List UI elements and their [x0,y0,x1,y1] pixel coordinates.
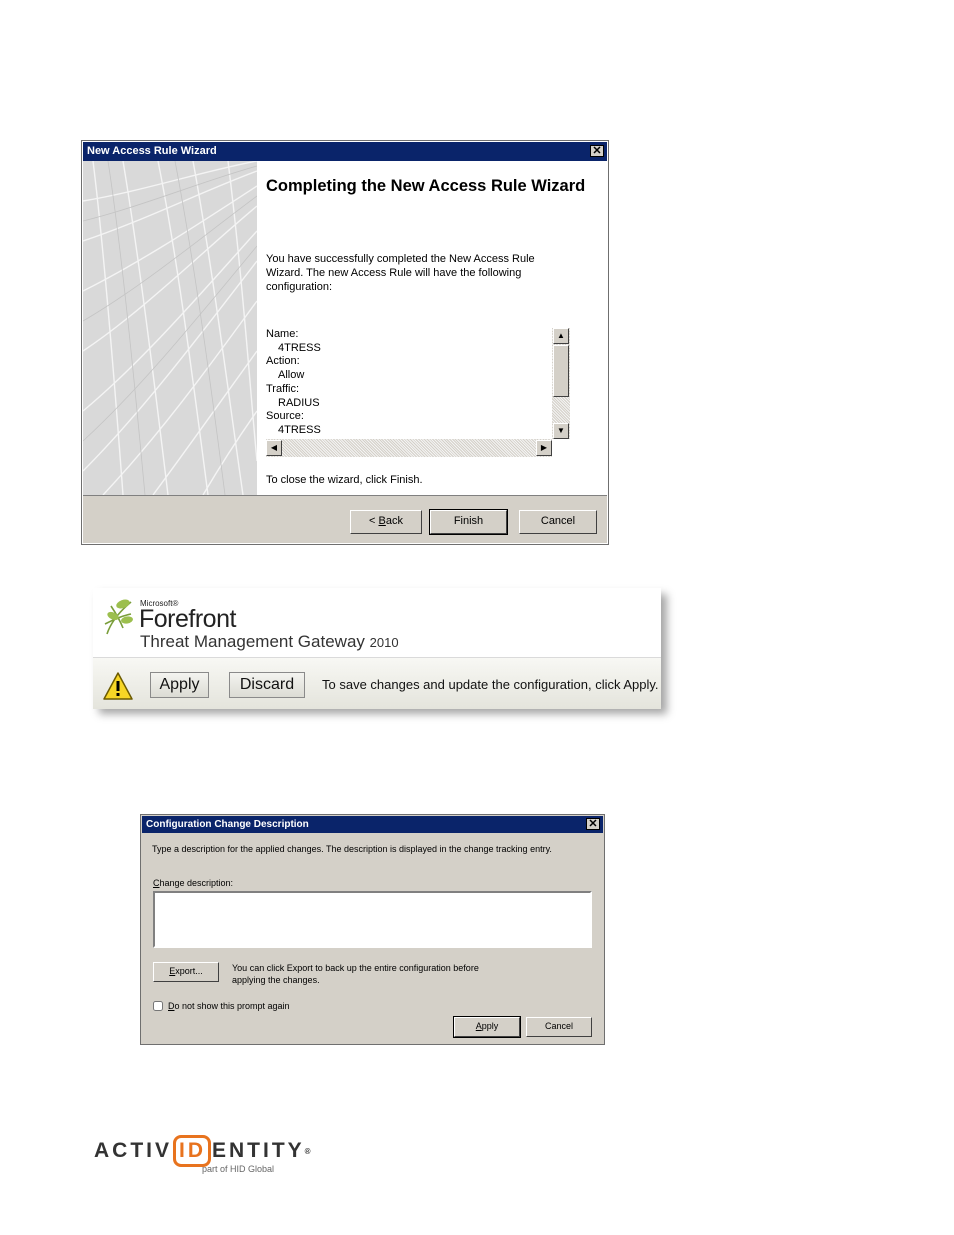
discard-button[interactable]: Discard [229,672,305,698]
summary-line: 4TRESS [278,341,321,354]
back-label-mnemonic: B [378,515,386,527]
dont-show-checkbox[interactable] [153,1001,163,1011]
rule-summary-lines: Name: 4TRESS Action: Allow Traffic: RADIUS Sou… [266,328,321,438]
summary-line: Traffic: [266,382,300,395]
dont-show-rest: o not show this prompt again [174,1001,290,1011]
back-button[interactable]: < Back [350,510,422,534]
config-apply-button[interactable]: Apply [453,1016,521,1038]
product-name: Forefront [139,605,236,633]
apply-rest: pply [481,1021,499,1031]
scroll-thumb[interactable] [553,345,569,397]
vertical-scrollbar[interactable]: ▲ ▼ [552,328,570,439]
brand-registered: ® [304,1146,311,1156]
wizard-side-graphic [83,161,257,495]
wizard-title: New Access Rule Wizard [87,145,217,157]
forefront-banner: Microsoft® Forefront Threat Management G… [93,588,661,709]
product-year: 2010 [369,635,399,650]
horizontal-scrollbar[interactable]: ◀ ▶ [266,439,552,457]
summary-line: Source: [266,410,304,423]
config-cancel-button[interactable]: Cancel [526,1017,592,1037]
brand-id-mark: ID [173,1135,211,1167]
brand-wordmark: ACTIV ID ENTITY ® [94,1135,311,1167]
new-access-rule-wizard: New Access Rule Wizard ✕ Completing the … [81,140,609,545]
actividentity-logo: ACTIV ID ENTITY ® part of HID Global [94,1128,314,1183]
scroll-down-icon[interactable]: ▼ [553,423,569,439]
wizard-close-icon[interactable]: ✕ [590,145,604,157]
export-button[interactable]: Export... [153,962,219,982]
summary-line: RADIUS [278,396,320,409]
config-titlebar: Configuration Change Description ✕ [142,816,603,833]
dont-show-prompt[interactable]: Do not show this prompt again [153,1001,290,1011]
finish-button[interactable]: Finish [429,509,508,535]
apply-instruction: To save changes and update the configura… [322,677,659,692]
close-instruction: To close the wizard, click Finish. [266,474,423,486]
summary-line: Action: [266,355,300,368]
warning-icon [103,672,133,700]
brand-left: ACTIV [94,1139,172,1162]
brand-tagline: part of HID Global [202,1164,275,1174]
wizard-titlebar: New Access Rule Wizard ✕ [83,142,607,161]
scroll-left-icon[interactable]: ◀ [266,440,282,456]
back-label-prefix: < [369,515,379,527]
configuration-change-dialog: Configuration Change Description ✕ Type … [140,814,605,1045]
rule-summary-list[interactable]: Name: 4TRESS Action: Allow Traffic: RADIUS Sou… [266,328,570,458]
wizard-heading: Completing the New Access Rule Wizard [266,177,586,195]
config-close-icon[interactable]: ✕ [586,818,600,830]
export-rest: xport... [175,966,203,976]
summary-line: Allow [278,369,305,382]
summary-line: 4TRESS [278,423,321,436]
scroll-up-icon[interactable]: ▲ [553,328,569,344]
change-label-rest: hange description: [159,878,234,888]
wizard-description: You have successfully completed the New … [266,253,535,293]
export-hint: You can click Export to back up the enti… [232,963,479,985]
back-label-rest: ack [385,515,403,527]
brand-right: ENTITY [212,1139,305,1162]
forefront-logo-icon [104,599,133,635]
summary-line: Name: [266,328,299,340]
change-description-input[interactable] [153,891,592,948]
scroll-right-icon[interactable]: ▶ [536,440,552,456]
config-description: Type a description for the applied chang… [152,844,552,854]
wave-lines-graphic [83,161,257,495]
cancel-button[interactable]: Cancel [519,510,597,534]
config-title: Configuration Change Description [146,819,309,830]
change-description-label: Change description: [153,878,233,888]
product-line-text: Threat Management Gateway [140,632,365,651]
wizard-button-bar: < Back Finish Cancel [83,495,607,543]
product-line: Threat Management Gateway 2010 [140,632,399,652]
apply-button[interactable]: Apply [150,672,209,698]
apply-changes-bar: Apply Discard To save changes and update… [93,657,661,709]
